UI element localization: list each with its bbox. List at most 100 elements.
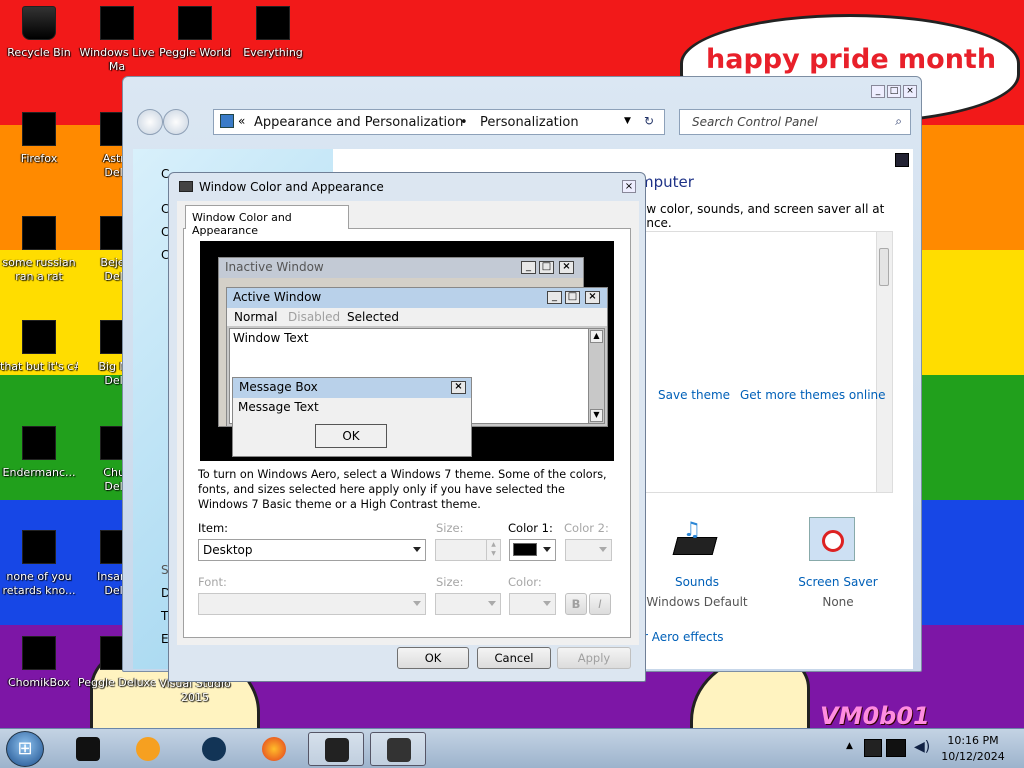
theme-list[interactable]: Save theme Get more themes online xyxy=(641,231,893,493)
desktop-icon-label-line2: Ma xyxy=(108,60,126,73)
taskbar-window-color[interactable] xyxy=(370,732,426,766)
aero-effects-link[interactable]: r Aero effects xyxy=(643,630,724,644)
desktop-icon-firefox[interactable]: Firefox xyxy=(0,112,78,166)
inactive-close: × xyxy=(559,261,574,274)
desktop-icon-label: some russian xyxy=(2,256,76,269)
chevron-down-icon[interactable]: ▼ xyxy=(624,116,631,126)
minimize-button[interactable]: _ xyxy=(871,85,885,98)
size-spinner[interactable]: ▲ ▼ xyxy=(435,539,501,561)
menu-selected: Selected xyxy=(347,310,400,324)
maximize-button[interactable]: □ xyxy=(887,85,901,98)
window-text: Window Text xyxy=(233,331,309,345)
desktop-icon-label: Firefox xyxy=(20,152,58,165)
chevron-down-icon xyxy=(599,547,607,552)
wallpaper-signature: VM0b01 xyxy=(820,702,930,728)
taskbar-app-3[interactable] xyxy=(186,732,242,766)
menu-disabled: Disabled xyxy=(288,310,341,324)
page-subheading: ow color, sounds, and screen saver all a… xyxy=(639,202,885,230)
app-icon xyxy=(202,737,226,761)
desktop-icon-windows-live[interactable]: Windows Live Ma xyxy=(78,6,156,74)
app-icon xyxy=(22,636,56,670)
get-more-themes-link[interactable]: Get more themes online xyxy=(740,388,886,402)
active-maximize: □ xyxy=(565,291,580,304)
italic-button[interactable]: I xyxy=(589,593,611,615)
desktop-icon-label: that but it's c# xyxy=(0,360,78,373)
search-icon[interactable]: ⌕ xyxy=(895,114,902,129)
taskbar-app-1[interactable] xyxy=(60,732,116,766)
item-label: Item: xyxy=(198,521,229,535)
network-icon[interactable] xyxy=(886,739,906,757)
chevron-down-icon xyxy=(488,601,496,606)
close-button[interactable]: × xyxy=(903,85,917,98)
bubble-text: happy pride month xyxy=(706,44,997,75)
screen-saver-icon[interactable] xyxy=(809,517,855,561)
app-icon xyxy=(22,320,56,354)
size-label: Size: xyxy=(436,521,464,535)
tray-expand-icon[interactable]: ▲ xyxy=(846,741,853,751)
color2-picker[interactable] xyxy=(565,539,612,561)
app-icon xyxy=(22,426,56,460)
desktop-icon-chomikbox[interactable]: ChomikBox xyxy=(0,636,78,690)
font-select[interactable] xyxy=(198,593,426,615)
message-text: Message Text xyxy=(238,400,319,414)
sounds-label[interactable]: Sounds xyxy=(643,575,751,589)
desktop-icon-that-but-csharp[interactable]: that but it's c# xyxy=(0,320,78,374)
address-bar[interactable]: « Appearance and Personalization • Perso… xyxy=(213,109,665,135)
breadcrumb-personalization[interactable]: Personalization xyxy=(480,115,579,130)
taskbar-control-panel[interactable] xyxy=(308,732,364,766)
color1-picker[interactable] xyxy=(509,539,556,561)
cancel-button[interactable]: Cancel xyxy=(477,647,551,669)
screen-saver-label[interactable]: Screen Saver xyxy=(783,575,893,589)
system-clock[interactable]: 10:16 PM 10/12/2024 xyxy=(938,733,1008,765)
font-size-label: Size: xyxy=(436,575,464,589)
forward-button[interactable] xyxy=(163,109,189,135)
window-color-dialog: Window Color and Appearance × Window Col… xyxy=(168,172,646,682)
active-minimize: _ xyxy=(547,291,562,304)
taskbar-media-player[interactable] xyxy=(120,732,176,766)
taskbar-firefox[interactable] xyxy=(246,732,302,766)
desktop-icon-endermanch[interactable]: Endermanc... xyxy=(0,426,78,480)
desktop-icon-label: Peggle World xyxy=(159,46,231,59)
breadcrumb-separator: • xyxy=(460,115,468,130)
ok-button[interactable]: OK xyxy=(397,647,469,669)
apply-button[interactable]: Apply xyxy=(557,647,631,669)
firefox-icon xyxy=(262,737,286,761)
help-icon[interactable] xyxy=(895,153,909,167)
aero-description: To turn on Windows Aero, select a Window… xyxy=(198,468,607,511)
back-button[interactable] xyxy=(137,109,163,135)
sounds-icon[interactable]: ♫ xyxy=(671,517,718,561)
font-size-select[interactable] xyxy=(435,593,501,615)
menu-normal: Normal xyxy=(234,310,278,324)
window-icon xyxy=(325,738,349,762)
search-placeholder: Search Control Panel xyxy=(692,115,818,129)
refresh-icon[interactable]: ↻ xyxy=(644,114,654,128)
font-color-picker[interactable] xyxy=(509,593,556,615)
chevron-down-icon xyxy=(413,547,421,552)
preview-ok-button: OK xyxy=(315,424,387,448)
save-theme-link[interactable]: Save theme xyxy=(658,388,730,402)
search-input[interactable]: Search Control Panel ⌕ xyxy=(679,109,911,135)
desktop-icon-recycle-bin[interactable]: Recycle Bin xyxy=(0,6,78,60)
breadcrumb-appearance[interactable]: Appearance and Personalization xyxy=(254,115,463,130)
desktop-icon-some-russian[interactable]: some russian ran a rat xyxy=(0,216,78,284)
desktop-icon-label: none of you xyxy=(6,570,72,583)
active-close: × xyxy=(585,291,600,304)
item-select-value: Desktop xyxy=(203,543,253,557)
color1-label: Color 1: xyxy=(508,521,553,535)
app-icon xyxy=(76,737,100,761)
theme-list-scrollbar[interactable] xyxy=(876,232,892,492)
tab-panel: Inactive Window _ □ × Active Window _ □ … xyxy=(183,228,631,638)
tab-window-color[interactable]: Window Color and Appearance xyxy=(185,205,349,237)
dialog-close-button[interactable]: × xyxy=(622,180,636,193)
scrollbar-thumb[interactable] xyxy=(879,248,889,286)
volume-icon[interactable]: ◀) xyxy=(914,739,930,755)
bold-button[interactable]: B xyxy=(565,593,587,615)
desktop-icon-none-of-you[interactable]: none of you retards kno... xyxy=(0,530,78,598)
tray-icon[interactable] xyxy=(864,739,882,757)
desktop-icon-everything[interactable]: Everything xyxy=(234,6,312,60)
app-icon xyxy=(22,216,56,250)
desktop-icon-peggle-world[interactable]: Peggle World xyxy=(156,6,234,60)
chevron-down-icon xyxy=(413,601,421,606)
start-button[interactable]: ⊞ xyxy=(6,731,44,767)
item-select[interactable]: Desktop xyxy=(198,539,426,561)
